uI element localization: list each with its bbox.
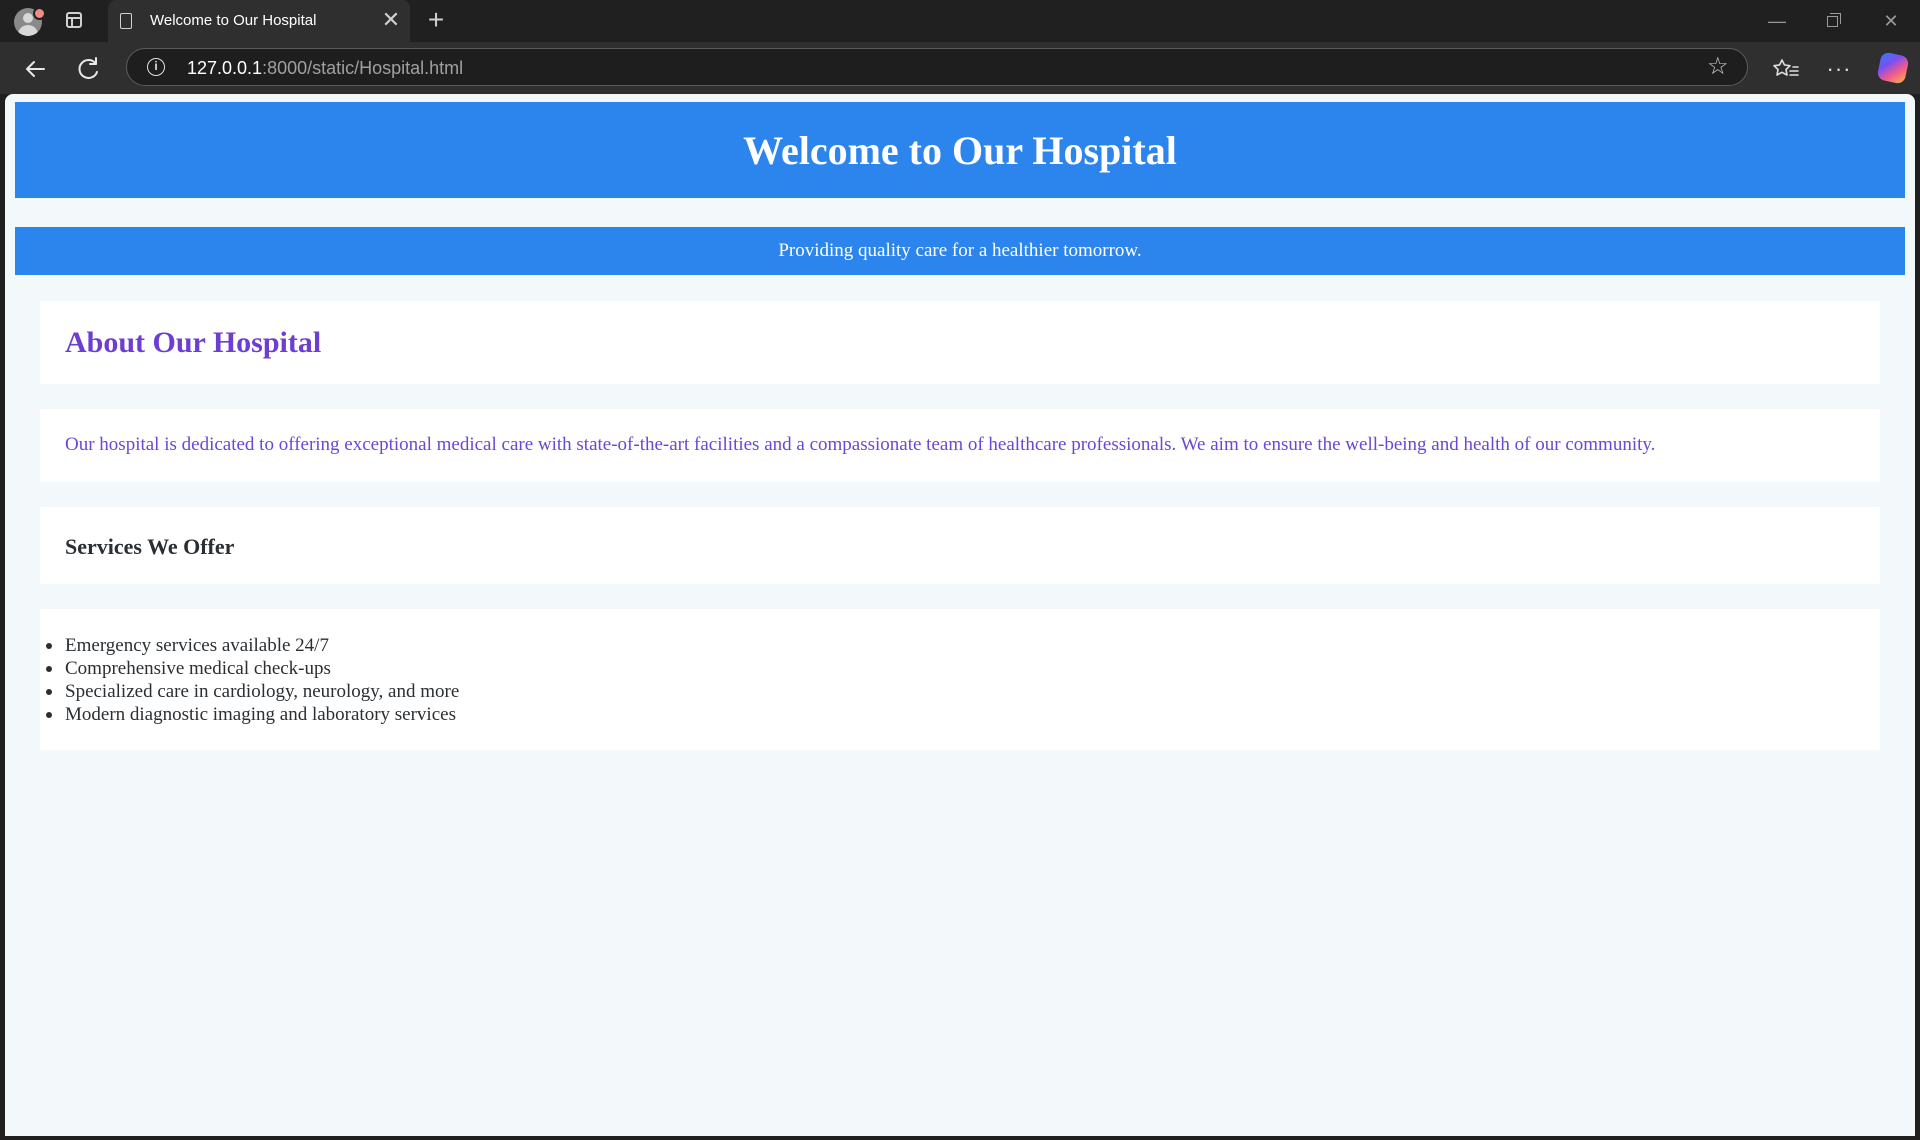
tab-strip: Welcome to Our Hospital ✕ + — ✕	[0, 0, 1920, 42]
page-title: Welcome to Our Hospital	[743, 128, 1177, 173]
list-item-text: Specialized care in cardiology, neurolog…	[65, 681, 460, 702]
about-description-section: Our hospital is dedicated to offering ex…	[40, 409, 1880, 482]
address-bar[interactable]: i 127.0.0.1:8000/static/Hospital.html ☆	[126, 48, 1748, 86]
list-item: Specialized care in cardiology, neurolog…	[46, 680, 460, 703]
back-arrow-svg	[26, 61, 45, 77]
list-item: Comprehensive medical check-ups	[46, 657, 459, 680]
avatar-body-shape	[18, 25, 38, 36]
close-window-button[interactable]: ✕	[1876, 8, 1906, 34]
notification-dot-icon	[33, 7, 46, 20]
tab-close-icon[interactable]: ✕	[380, 9, 402, 31]
bullet-icon	[46, 666, 52, 672]
restore-icon-back	[1830, 13, 1841, 24]
url-host: 127.0.0.1	[187, 58, 263, 78]
tab-title: Welcome to Our Hospital	[150, 12, 317, 29]
tagline-text: Providing quality care for a healthier t…	[778, 240, 1142, 261]
active-tab[interactable]: Welcome to Our Hospital ✕	[108, 0, 410, 42]
services-heading: Services We Offer	[65, 534, 235, 559]
bullet-icon	[46, 643, 52, 649]
favorites-icon[interactable]	[1769, 52, 1803, 86]
browser-toolbar: i 127.0.0.1:8000/static/Hospital.html ☆ …	[0, 42, 1920, 94]
about-description: Our hospital is dedicated to offering ex…	[65, 434, 1656, 455]
avatar-head-shape	[23, 13, 33, 23]
star-icon[interactable]: ☆	[1707, 53, 1729, 81]
restore-button[interactable]	[1818, 8, 1848, 34]
list-item-text: Comprehensive medical check-ups	[65, 658, 331, 679]
services-list: Emergency services available 24/7 Compre…	[46, 634, 460, 726]
url-path: :8000/static/Hospital.html	[262, 58, 464, 78]
services-section: Services We Offer	[40, 507, 1880, 584]
bullet-icon	[46, 712, 52, 718]
about-section: About Our Hospital	[40, 301, 1880, 384]
page-header: Welcome to Our Hospital	[15, 102, 1905, 198]
page-viewport: Welcome to Our Hospital Providing qualit…	[5, 94, 1915, 1136]
tab-actions-icon[interactable]	[66, 12, 82, 28]
tagline-bar: Providing quality care for a healthier t…	[15, 227, 1905, 275]
list-item-text: Modern diagnostic imaging and laboratory…	[65, 704, 456, 725]
copilot-icon[interactable]	[1876, 51, 1910, 85]
refresh-svg	[78, 57, 98, 79]
about-heading: About Our Hospital	[65, 326, 322, 359]
page-icon	[120, 13, 132, 29]
refresh-icon[interactable]	[72, 52, 106, 86]
minimize-button[interactable]: —	[1762, 8, 1792, 34]
back-arrow-icon[interactable]	[18, 52, 52, 86]
list-item: Emergency services available 24/7	[46, 634, 459, 657]
url-text[interactable]: 127.0.0.1:8000/static/Hospital.html	[187, 58, 463, 79]
favorites-svg	[1773, 59, 1799, 76]
more-icon[interactable]: ···	[1822, 52, 1856, 86]
list-item-text: Emergency services available 24/7	[65, 635, 329, 656]
list-item: Modern diagnostic imaging and laboratory…	[46, 703, 459, 726]
bullet-icon	[46, 689, 52, 695]
site-info-icon[interactable]: i	[147, 58, 165, 76]
services-list-section: Emergency services available 24/7 Compre…	[40, 609, 1880, 750]
new-tab-button[interactable]: +	[422, 6, 450, 34]
